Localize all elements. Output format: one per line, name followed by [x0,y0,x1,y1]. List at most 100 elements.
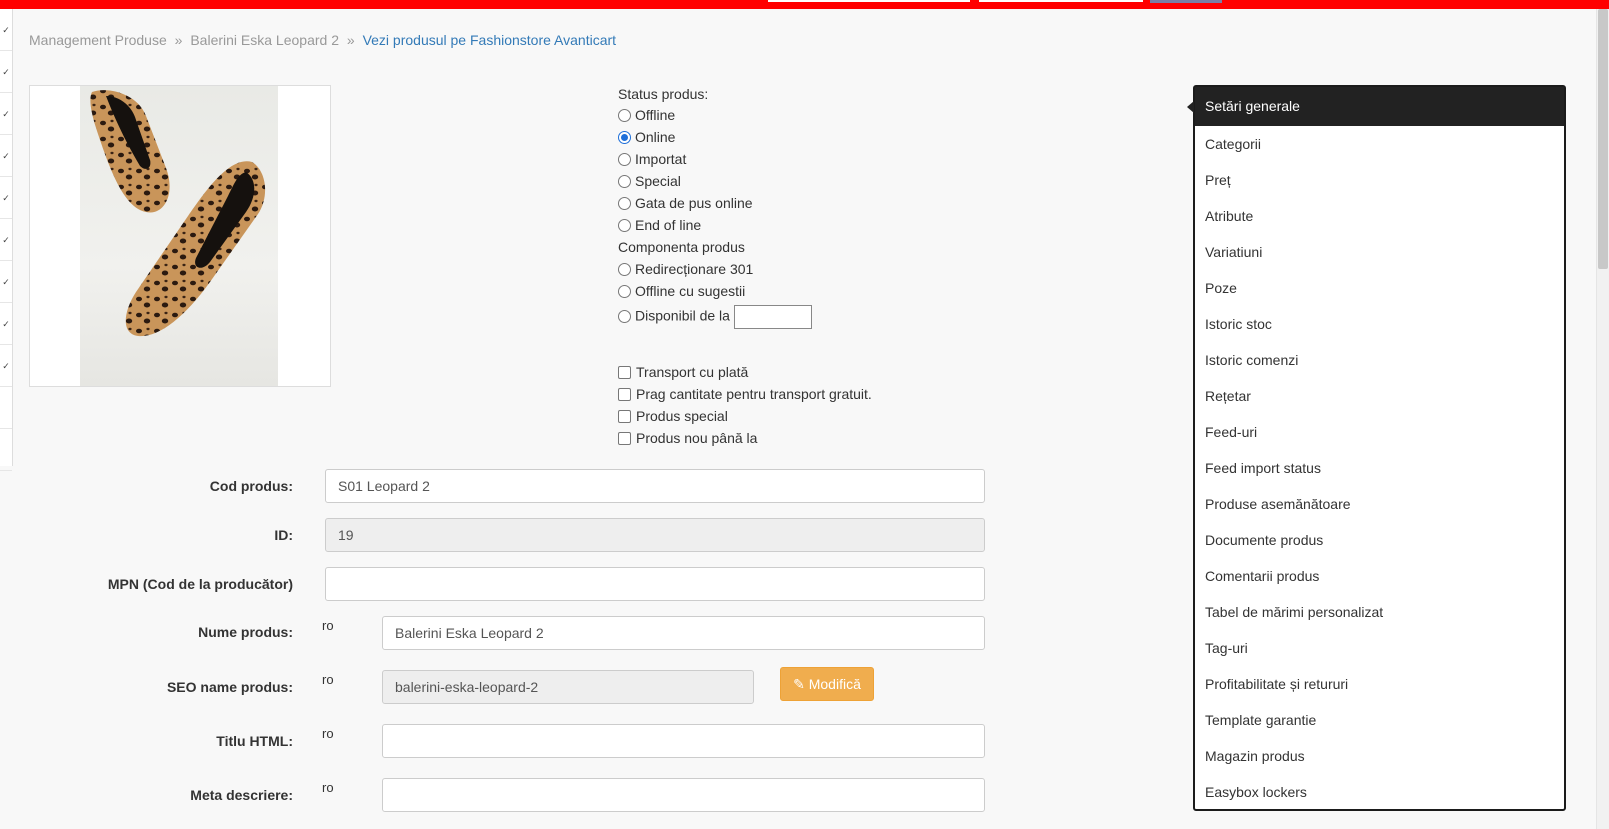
cod-produs-label: Cod produs: [209,478,293,494]
status-option-online[interactable]: Online [618,127,675,147]
menu-header-setari-generale[interactable]: Setări generale [1187,87,1564,126]
menu-item-template-garantie[interactable]: Template garantie [1205,710,1316,730]
check-icon[interactable] [0,429,12,471]
status-option-label: Importat [635,151,687,167]
status-option-label: End of line [635,217,702,233]
checkbox-label: Transport cu plată [636,364,749,380]
radio-gata[interactable] [618,197,631,210]
checkbox-transport[interactable]: Transport cu plată [618,362,748,382]
status-option-label: Online [635,129,676,145]
component-option-redirect[interactable]: Redirecționare 301 [618,259,753,279]
pencil-icon: ✎ [793,676,805,692]
breadcrumb-product[interactable]: Balerini Eska Leopard 2 [190,32,339,48]
menu-item-profitabilitate[interactable]: Profitabilitate și retururi [1205,674,1348,694]
page-scrollbar-thumb[interactable] [1598,9,1608,269]
disponibil-date-input[interactable] [733,305,812,329]
radio-redirect[interactable] [618,263,631,276]
status-option-special[interactable]: Special [618,171,681,191]
radio-end-of-line[interactable] [618,219,631,232]
menu-item-pret[interactable]: Preț [1205,170,1231,190]
view-product-link[interactable]: Vezi produsul pe Fashionstore Avanticart [363,32,616,48]
component-option-offline-sugestii[interactable]: Offline cu sugestii [618,281,745,301]
status-option-gata[interactable]: Gata de pus online [618,193,753,213]
menu-item-atribute[interactable]: Atribute [1205,206,1253,226]
radio-special[interactable] [618,175,631,188]
titlu-html-input[interactable] [382,724,985,758]
menu-item-istoric-stoc[interactable]: Istoric stoc [1205,314,1272,334]
radio-offline-sugestii[interactable] [618,285,631,298]
check-icon[interactable]: ✓ [0,135,12,177]
menu-item-comentarii-produs[interactable]: Comentarii produs [1205,566,1319,586]
checkbox-produs-nou[interactable]: Produs nou până la [618,428,757,448]
menu-item-variatiuni[interactable]: Variatiuni [1205,242,1262,262]
lang-code: ro [322,780,334,795]
product-photo [80,86,278,386]
cod-produs-input[interactable]: S01 Leopard 2 [325,469,985,503]
checkbox-label: Produs nou până la [636,430,758,446]
status-title: Status produs: [618,86,709,102]
check-icon[interactable]: ✓ [0,303,12,345]
check-icon[interactable]: ✓ [0,51,12,93]
radio-importat[interactable] [618,153,631,166]
breadcrumb: Management Produse » Balerini Eska Leopa… [29,32,616,48]
radio-offline[interactable] [618,109,631,122]
menu-item-tabel-marimi[interactable]: Tabel de mărimi personalizat [1205,602,1383,622]
meta-descriere-input[interactable] [382,778,985,812]
status-option-label: Special [635,173,681,189]
shoe-illustration [90,90,266,337]
status-option-label: Offline [635,107,676,123]
component-option-disponibil[interactable]: Disponibil de la [618,305,812,329]
product-image[interactable] [29,85,331,387]
component-option-label: Offline cu sugestii [635,283,746,299]
status-option-offline[interactable]: Offline [618,105,675,125]
left-strip: ✓ ✓ ✓ ✓ ✓ ✓ ✓ ✓ ✓ [0,9,13,471]
menu-item-documente-produs[interactable]: Documente produs [1205,530,1323,550]
menu-item-easybox-lockers[interactable]: Easybox lockers [1205,782,1307,802]
modifica-button[interactable]: ✎ Modifică [780,667,874,701]
status-option-label: Gata de pus online [635,195,753,211]
lang-code: ro [322,726,334,741]
check-icon[interactable]: ✓ [0,93,12,135]
menu-item-produse-asemanatoare[interactable]: Produse asemănătoare [1205,494,1351,514]
checkbox-box[interactable] [618,410,631,423]
breadcrumb-management[interactable]: Management Produse [29,32,167,48]
checkbox-produs-special[interactable]: Produs special [618,406,728,426]
menu-item-poze[interactable]: Poze [1205,278,1237,298]
status-option-end-of-line[interactable]: End of line [618,215,701,235]
menu-item-tag-uri[interactable]: Tag-uri [1205,638,1248,658]
menu-item-feed-import-status[interactable]: Feed import status [1205,458,1321,478]
top-bar [0,0,1609,9]
check-icon[interactable] [0,387,12,429]
menu-item-retetar[interactable]: Rețetar [1205,386,1251,406]
menu-item-istoric-comenzi[interactable]: Istoric comenzi [1205,350,1298,370]
seo-name-label: SEO name produs: [166,679,293,695]
component-title: Componenta produs [618,239,745,255]
nume-produs-input[interactable]: Balerini Eska Leopard 2 [382,616,985,650]
check-icon[interactable]: ✓ [0,9,12,51]
checkbox-prag-cantitate[interactable]: Prag cantitate pentru transport gratuit. [618,384,872,404]
breadcrumb-separator: » [174,32,183,48]
top-search-field[interactable] [768,0,970,2]
modifica-label: Modifică [808,676,861,692]
checkbox-box[interactable] [618,366,631,379]
check-icon[interactable]: ✓ [0,177,12,219]
check-icon[interactable]: ✓ [0,219,12,261]
check-icon[interactable]: ✓ [0,261,12,303]
lang-code: ro [322,618,334,633]
mpn-label: MPN (Cod de la producător) [107,576,293,592]
checkbox-box[interactable] [618,388,631,401]
checkbox-label: Prag cantitate pentru transport gratuit. [636,386,872,402]
menu-item-feed-uri[interactable]: Feed-uri [1205,422,1257,442]
radio-disponibil[interactable] [618,309,631,323]
titlu-html-label: Titlu HTML: [216,733,293,749]
top-filter-field[interactable] [979,0,1143,2]
checkbox-box[interactable] [618,432,631,445]
top-search-button[interactable] [1150,0,1222,3]
id-label: ID: [274,527,293,543]
check-icon[interactable]: ✓ [0,345,12,387]
radio-online[interactable] [618,131,631,144]
mpn-input[interactable] [325,567,985,601]
menu-item-magazin-produs[interactable]: Magazin produs [1205,746,1305,766]
menu-item-categorii[interactable]: Categorii [1205,134,1261,154]
status-option-importat[interactable]: Importat [618,149,686,169]
